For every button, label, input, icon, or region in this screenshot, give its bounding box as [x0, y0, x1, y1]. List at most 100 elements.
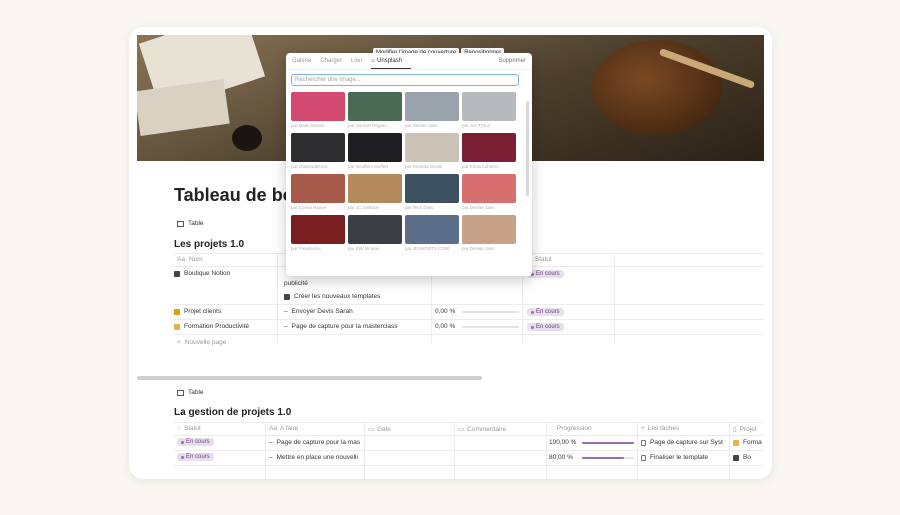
photo-image[interactable]	[291, 215, 345, 244]
status-badge[interactable]: En cours	[177, 453, 214, 461]
project-label: Bo	[743, 454, 751, 461]
photo-credit[interactable]: par Freestocks	[291, 244, 345, 254]
photo-thumbnail[interactable]: par Erik Mclean	[348, 215, 402, 254]
photo-credit[interactable]: par JESHOOTS.COM	[405, 244, 459, 254]
photo-thumbnail[interactable]: par Freestocks	[291, 215, 345, 254]
project-link[interactable]: Forma	[733, 439, 767, 446]
photo-image[interactable]	[462, 215, 516, 244]
status-badge[interactable]: En cours	[527, 308, 564, 316]
photo-credit[interactable]: par Denise Jans	[462, 244, 516, 254]
tab-link[interactable]: Lien	[351, 54, 362, 68]
column-header-date[interactable]: ▭ Date	[368, 425, 391, 434]
status-dot	[181, 455, 184, 459]
photo-credit[interactable]: par Deonda Glaski	[405, 162, 459, 172]
task-item[interactable]: Créer les nouveaux templates	[284, 293, 380, 300]
column-header-status[interactable]: ◌ Statut	[177, 425, 201, 432]
photo-thumbnail[interactable]: par Tech Daily	[405, 174, 459, 213]
photo-thumbnail[interactable]: par Denise Jans	[405, 92, 459, 131]
status-badge[interactable]: En cours	[527, 323, 564, 331]
photo-image[interactable]	[462, 92, 516, 121]
table-row[interactable]: Boutique Notion	[174, 270, 230, 277]
photo-image[interactable]	[405, 133, 459, 162]
column-header-progress[interactable]: ◌ Progression	[550, 425, 592, 432]
photo-credit[interactable]: par Samuel Regan-...	[348, 121, 402, 131]
tab-unsplash[interactable]: ⌂ Unsplash	[371, 54, 412, 69]
column-header-project[interactable]: ▯ Projet	[733, 425, 757, 434]
photo-thumbnail[interactable]: par JC Gellidon	[348, 174, 402, 213]
column-header-tasks[interactable]: + Les tâches	[641, 425, 679, 432]
photo-image[interactable]	[291, 133, 345, 162]
photo-credit[interactable]: par Krists Luhaers	[462, 162, 516, 172]
photo-credit[interactable]: par Tech Daily	[405, 203, 459, 213]
remove-button[interactable]: Supprimer	[498, 54, 526, 68]
todo-label: Page de capture pour la mas	[276, 439, 361, 446]
tab-gallery[interactable]: Galerie	[292, 54, 311, 68]
column-label: Progression	[556, 425, 592, 432]
photo-image[interactable]	[462, 133, 516, 162]
photo-thumbnail[interactable]: par Krists Luhaers	[462, 133, 516, 172]
photo-credit[interactable]: par Jon Tyson	[462, 121, 516, 131]
status-dot	[181, 440, 184, 444]
photo-image[interactable]	[348, 215, 402, 244]
picker-scrollbar[interactable]	[526, 101, 529, 196]
task-item[interactable]: – Page de capture pour la masterclass	[284, 323, 398, 330]
view-tab-table[interactable]: Table	[177, 220, 204, 227]
photo-thumbnail[interactable]: par Jon Tyson	[462, 92, 516, 131]
new-page-button[interactable]: + Nouvelle page	[177, 339, 226, 346]
task-link[interactable]: Page de capture sur Syst	[641, 439, 728, 446]
progress-fill	[582, 442, 634, 444]
view-tab-table-2[interactable]: Table	[177, 389, 204, 396]
column-header-name[interactable]: Aa Nom	[177, 256, 203, 263]
table-row[interactable]: Formation Productivité	[174, 323, 249, 330]
photo-credit[interactable]: par JC Gellidon	[348, 203, 402, 213]
photo-credit[interactable]: par Erik Mclean	[348, 244, 402, 254]
todo-cell[interactable]: – Mettre en place une nouvelli	[269, 454, 363, 461]
photo-image[interactable]	[462, 174, 516, 203]
col-divider	[277, 253, 278, 343]
photo-thumbnail[interactable]: par Corina Rainer	[291, 174, 345, 213]
photo-image[interactable]	[348, 133, 402, 162]
photo-thumbnail[interactable]: par Geoffrey Moffett	[348, 133, 402, 172]
photo-credit[interactable]: par Malte Bonon	[291, 121, 345, 131]
task-item[interactable]: publicité	[284, 280, 308, 287]
photo-credit[interactable]: par Geoffrey Moffett	[348, 162, 402, 172]
column-header-comment[interactable]: ▭ Commentaire	[458, 425, 506, 434]
photo-image[interactable]	[405, 92, 459, 121]
photo-thumbnail[interactable]: par Malte Bonon	[291, 92, 345, 131]
image-search-input[interactable]: Rechercher une image...	[291, 74, 519, 86]
photo-image[interactable]	[405, 174, 459, 203]
row-name[interactable]: Projet clients	[184, 308, 221, 315]
photo-image[interactable]	[405, 215, 459, 244]
table-row[interactable]: Projet clients	[174, 308, 221, 315]
project-link[interactable]: Bo	[733, 454, 767, 461]
photo-thumbnail[interactable]: par Samuel Regan-...	[348, 92, 402, 131]
column-label: Nom	[188, 256, 203, 263]
photo-image[interactable]	[291, 174, 345, 203]
photo-credit[interactable]: par Corina Rainer	[291, 203, 345, 213]
unsplash-icon: ⌂	[371, 57, 375, 64]
photo-credit[interactable]: par Denise Jans	[462, 203, 516, 213]
photo-thumbnail[interactable]: par Denise Jans	[462, 174, 516, 213]
tab-upload[interactable]: Charger	[320, 54, 342, 68]
photo-thumbnail[interactable]: par Denise Jans	[462, 215, 516, 254]
photo-thumbnail[interactable]: par Deonda Glaski	[405, 133, 459, 172]
photo-image[interactable]	[291, 92, 345, 121]
photo-thumbnail[interactable]: par JESHOOTS.COM	[405, 215, 459, 254]
task-item[interactable]: – Envoyer Devis Sarah	[284, 308, 353, 315]
status-badge[interactable]: En cours	[177, 438, 214, 446]
progress-bar	[462, 326, 519, 328]
row-name[interactable]: Formation Productivité	[184, 323, 249, 330]
photo-thumbnail[interactable]: par charlesdeluvio	[291, 133, 345, 172]
column-label: Les tâches	[647, 425, 680, 432]
photo-credit[interactable]: par charlesdeluvio	[291, 162, 345, 172]
photo-credit[interactable]: par Denise Jans	[405, 121, 459, 131]
horizontal-scrollbar[interactable]	[137, 376, 482, 380]
task-link[interactable]: Finaliser le template	[641, 454, 728, 461]
row-name[interactable]: Boutique Notion	[184, 270, 230, 277]
page-icon	[641, 439, 646, 446]
status-badge[interactable]: En cours	[527, 270, 564, 278]
todo-cell[interactable]: – Page de capture pour la mas	[269, 439, 363, 446]
photo-image[interactable]	[348, 92, 402, 121]
photo-image[interactable]	[348, 174, 402, 203]
column-header-todo[interactable]: Aa A faire	[269, 425, 298, 432]
